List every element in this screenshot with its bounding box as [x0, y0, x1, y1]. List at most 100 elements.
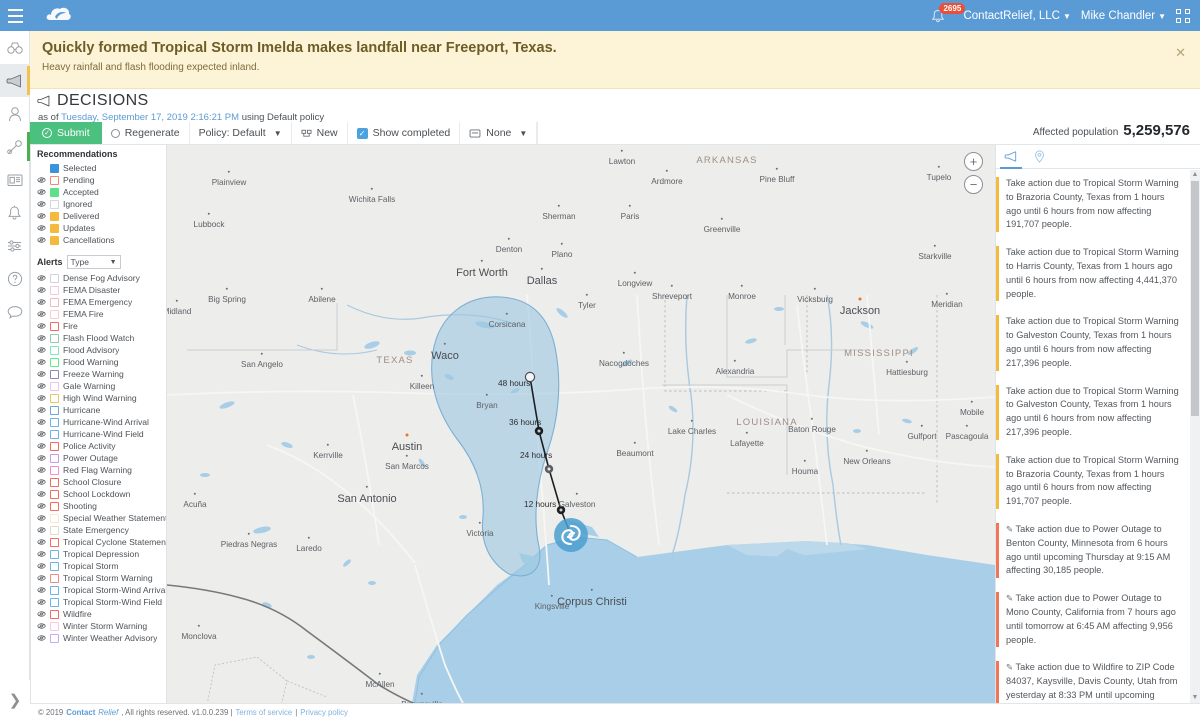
visibility-eye-icon[interactable] [37, 431, 46, 437]
scroll-down-arrow[interactable]: ▼ [1191, 693, 1199, 703]
legend-alert-row[interactable]: Winter Storm Warning [37, 620, 166, 632]
visibility-eye-icon[interactable] [37, 551, 46, 557]
legend-alert-row[interactable]: Flood Warning [37, 356, 166, 368]
visibility-eye-icon[interactable] [37, 515, 46, 521]
close-icon[interactable]: ✕ [1175, 45, 1186, 61]
legend-recommendation-row[interactable]: Ignored [37, 198, 166, 210]
visibility-eye-icon[interactable] [37, 177, 46, 183]
privacy-policy-link[interactable]: Privacy policy [300, 708, 348, 717]
zoom-in-icon[interactable]: + [964, 152, 983, 171]
visibility-eye-icon[interactable] [37, 299, 46, 305]
legend-alert-row[interactable]: School Lockdown [37, 488, 166, 500]
visibility-eye-icon[interactable] [37, 275, 46, 281]
legend-alert-row[interactable]: Hurricane [37, 404, 166, 416]
visibility-eye-icon[interactable] [37, 335, 46, 341]
alert-type-select[interactable]: Type ▼ [66, 255, 121, 269]
legend-alert-row[interactable]: Winter Weather Advisory [37, 632, 166, 644]
none-dropdown[interactable]: None ▼ [460, 122, 538, 144]
legend-recommendation-row[interactable]: Selected [37, 162, 166, 174]
org-menu[interactable]: ContactRelief, LLC ▼ [963, 10, 1070, 22]
visibility-eye-icon[interactable] [37, 587, 46, 593]
legend-alert-row[interactable]: Tropical Storm-Wind Field [37, 596, 166, 608]
visibility-eye-icon[interactable] [37, 347, 46, 353]
legend-alert-row[interactable]: Tropical Depression [37, 548, 166, 560]
visibility-eye-icon[interactable] [37, 491, 46, 497]
visibility-eye-icon[interactable] [37, 479, 46, 485]
chevron-right-icon[interactable]: ❯ [0, 680, 30, 720]
scrollbar-thumb[interactable] [1191, 181, 1199, 416]
terms-of-service-link[interactable]: Terms of service [235, 708, 292, 717]
visibility-eye-icon[interactable] [37, 635, 46, 641]
legend-alert-row[interactable]: FEMA Fire [37, 308, 166, 320]
regenerate-button[interactable]: Regenerate [102, 122, 190, 144]
visibility-eye-icon[interactable] [37, 395, 46, 401]
tab-recommendations[interactable] [1000, 145, 1022, 169]
visibility-eye-icon[interactable] [37, 201, 46, 207]
recommendation-item[interactable]: Take action due to Tropical Storm Warnin… [996, 447, 1190, 516]
visibility-eye-icon[interactable] [37, 407, 46, 413]
legend-recommendation-row[interactable]: Cancellations [37, 234, 166, 246]
key-icon[interactable] [0, 130, 30, 163]
notification-bell-icon[interactable]: 2695 [931, 2, 966, 27]
visibility-eye-icon[interactable] [37, 383, 46, 389]
visibility-eye-icon[interactable] [37, 503, 46, 509]
new-button[interactable]: New [292, 122, 348, 144]
recommendation-item[interactable]: Take action due to Tropical Storm Warnin… [996, 170, 1190, 239]
visibility-eye-icon[interactable] [37, 527, 46, 533]
sliders-icon[interactable] [0, 229, 30, 262]
legend-alert-row[interactable]: Power Outage [37, 452, 166, 464]
visibility-eye-icon[interactable] [37, 419, 46, 425]
legend-alert-row[interactable]: FEMA Emergency [37, 296, 166, 308]
visibility-eye-icon[interactable] [37, 575, 46, 581]
recommendation-list[interactable]: Take action due to Tropical Storm Warnin… [996, 170, 1190, 703]
zoom-out-icon[interactable]: − [964, 175, 983, 194]
legend-alert-row[interactable]: Flood Advisory [37, 344, 166, 356]
legend-alert-row[interactable]: Freeze Warning [37, 368, 166, 380]
hamburger-icon[interactable] [0, 7, 30, 25]
panel-scrollbar[interactable]: ▲ ▼ [1190, 170, 1200, 703]
chat-icon[interactable] [0, 295, 30, 328]
visibility-eye-icon[interactable] [37, 323, 46, 329]
visibility-eye-icon[interactable] [37, 311, 46, 317]
legend-alert-row[interactable]: School Closure [37, 476, 166, 488]
legend-alert-row[interactable]: Tropical Cyclone Statement [37, 536, 166, 548]
visibility-eye-icon[interactable] [37, 371, 46, 377]
legend-recommendation-row[interactable]: Pending [37, 174, 166, 186]
visibility-eye-icon[interactable] [37, 359, 46, 365]
tab-locations[interactable] [1034, 145, 1045, 169]
legend-alert-row[interactable]: Hurricane-Wind Arrival [37, 416, 166, 428]
legend-alert-row[interactable]: FEMA Disaster [37, 284, 166, 296]
legend-alert-row[interactable]: Tropical Storm Warning [37, 572, 166, 584]
visibility-eye-icon[interactable] [37, 539, 46, 545]
legend-alert-row[interactable]: Dense Fog Advisory [37, 272, 166, 284]
visibility-eye-icon[interactable] [37, 611, 46, 617]
legend-alert-row[interactable]: State Emergency [37, 524, 166, 536]
legend-alert-row[interactable]: Fire [37, 320, 166, 332]
legend-alert-row[interactable]: Tropical Storm-Wind Arrival [37, 584, 166, 596]
visibility-eye-icon[interactable] [37, 237, 46, 243]
visibility-eye-icon[interactable] [37, 455, 46, 461]
legend-alert-row[interactable]: High Wind Warning [37, 392, 166, 404]
hurricane-map[interactable]: 48 hours 36 hours 24 hours 12 hours Lawt… [167, 145, 995, 703]
legend-alert-row[interactable]: Special Weather Statement [37, 512, 166, 524]
visibility-eye-icon[interactable] [37, 599, 46, 605]
legend-alert-row[interactable]: Wildfire [37, 608, 166, 620]
fullscreen-icon[interactable] [1176, 8, 1190, 23]
legend-alert-row[interactable]: Hurricane-Wind Field [37, 428, 166, 440]
visibility-eye-icon[interactable] [37, 287, 46, 293]
user-menu[interactable]: Mike Chandler ▼ [1081, 10, 1166, 22]
legend-alert-row[interactable]: Police Activity [37, 440, 166, 452]
legend-recommendation-row[interactable]: Delivered [37, 210, 166, 222]
bell-icon[interactable] [0, 196, 30, 229]
visibility-eye-icon[interactable] [37, 213, 46, 219]
visibility-eye-icon[interactable] [37, 467, 46, 473]
legend-alert-row[interactable]: Shooting [37, 500, 166, 512]
visibility-eye-icon[interactable] [37, 563, 46, 569]
legend-alert-row[interactable]: Flash Flood Watch [37, 332, 166, 344]
legend-recommendation-row[interactable]: Accepted [37, 186, 166, 198]
person-icon[interactable] [0, 97, 30, 130]
legend-alert-row[interactable]: Gale Warning [37, 380, 166, 392]
show-completed-toggle[interactable]: ✓ Show completed [348, 122, 461, 144]
submit-button[interactable]: ✓ Submit [30, 122, 102, 144]
recommendation-item[interactable]: Take action due to Tropical Storm Warnin… [996, 308, 1190, 377]
